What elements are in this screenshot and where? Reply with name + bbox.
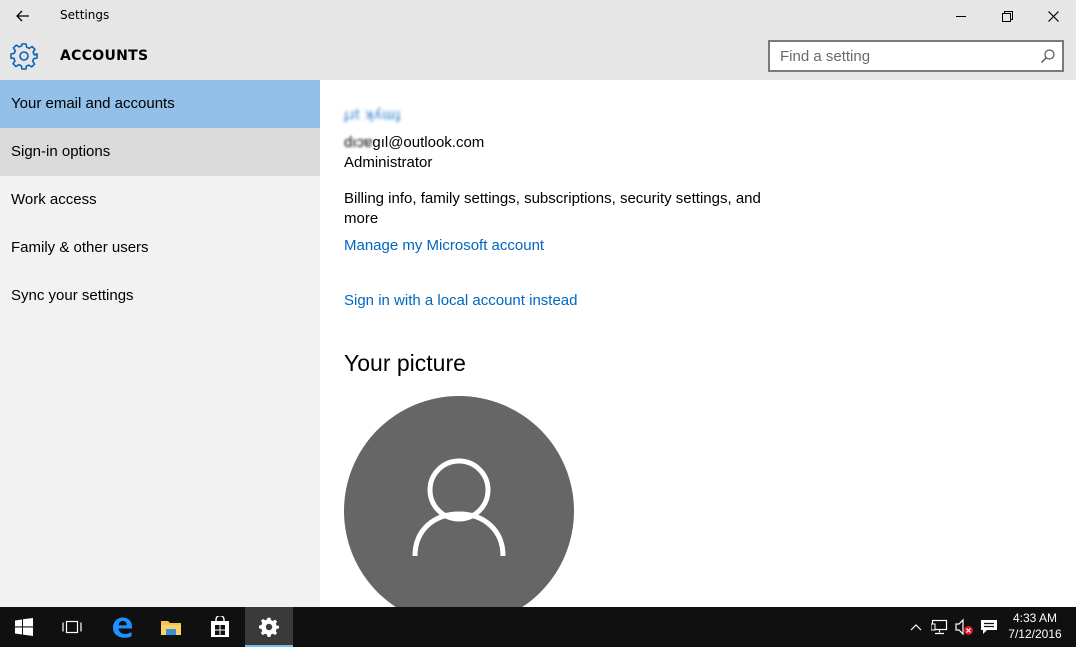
page-title: ACCOUNTS (60, 48, 149, 64)
title-bar: Settings (0, 0, 1076, 32)
local-account-link[interactable]: Sign in with a local account instead (344, 292, 577, 309)
restore-icon (1001, 10, 1013, 22)
sidebar-item-sync-settings[interactable]: Sync your settings (0, 272, 320, 320)
sidebar: Your email and accounts Sign-in options … (0, 80, 320, 607)
close-icon (1047, 10, 1059, 22)
back-arrow-icon (16, 10, 29, 22)
sidebar-item-email-and-accounts[interactable]: Your email and accounts (0, 80, 320, 128)
task-view-button[interactable] (48, 607, 96, 647)
task-view-icon (62, 620, 82, 634)
back-button[interactable] (8, 4, 38, 28)
picture-heading: Your picture (344, 350, 466, 376)
edge-icon (113, 617, 132, 638)
sidebar-item-label: Family & other users (11, 239, 149, 256)
sidebar-item-work-access[interactable]: Work access (0, 176, 320, 224)
show-hidden-icons-button[interactable] (906, 617, 926, 637)
avatar (344, 396, 574, 607)
search-box[interactable] (768, 40, 1064, 72)
store-icon (211, 616, 229, 637)
file-explorer-icon (161, 621, 181, 635)
action-center-button[interactable] (979, 617, 999, 637)
store-button[interactable] (196, 607, 244, 647)
taskbar: 4:33 AM 7/12/2016 (0, 607, 1076, 647)
settings-icon (259, 617, 279, 637)
taskbar-clock[interactable]: 4:33 AM 7/12/2016 (1002, 610, 1068, 642)
edge-button[interactable] (98, 607, 146, 647)
account-email-prefix: dıɔɐ (344, 134, 373, 151)
start-button[interactable] (0, 607, 48, 647)
account-name: ɟɹt ʞʎɯɟ (344, 106, 402, 123)
sidebar-item-label: Sync your settings (11, 287, 134, 304)
search-input[interactable] (780, 47, 1030, 65)
sidebar-item-sign-in-options[interactable]: Sign-in options (0, 128, 320, 176)
search-icon[interactable] (1040, 48, 1056, 64)
account-email-suffix: ɡıl@outlook.com (372, 134, 485, 151)
user-icon (412, 458, 506, 557)
sidebar-item-label: Your email and accounts (11, 95, 175, 112)
network-icon (931, 619, 948, 635)
account-description: Billing info, family settings, subscript… (344, 190, 761, 227)
network-tray-button[interactable] (930, 617, 950, 637)
clock-date: 7/12/2016 (1008, 627, 1062, 641)
gear-icon (10, 43, 38, 70)
file-explorer-button[interactable] (147, 607, 195, 647)
volume-tray-button[interactable] (954, 617, 974, 637)
account-role: Administrator (344, 154, 433, 171)
settings-taskbar-button[interactable] (245, 607, 293, 647)
page-header: ACCOUNTS (0, 32, 1076, 80)
start-icon (15, 618, 33, 636)
account-email: dıɔɐɡıl@outlook.com (344, 134, 484, 151)
clock-time: 4:33 AM (1012, 611, 1058, 625)
action-center-icon (981, 620, 997, 634)
sidebar-item-family-other-users[interactable]: Family & other users (0, 224, 320, 272)
manage-account-link[interactable]: Manage my Microsoft account (344, 237, 544, 254)
minimize-button[interactable] (938, 0, 984, 32)
close-button[interactable] (1030, 0, 1076, 32)
main-content: ɟɹt ʞʎɯɟ dıɔɐɡıl@outlook.com Administrat… (320, 80, 1076, 607)
minimize-icon (956, 16, 966, 17)
chevron-up-icon (910, 624, 922, 631)
window-title: Settings (60, 8, 110, 22)
sidebar-item-label: Work access (11, 191, 97, 208)
sidebar-item-label: Sign-in options (11, 143, 111, 160)
volume-muted-icon (955, 618, 973, 636)
restore-button[interactable] (984, 0, 1030, 32)
